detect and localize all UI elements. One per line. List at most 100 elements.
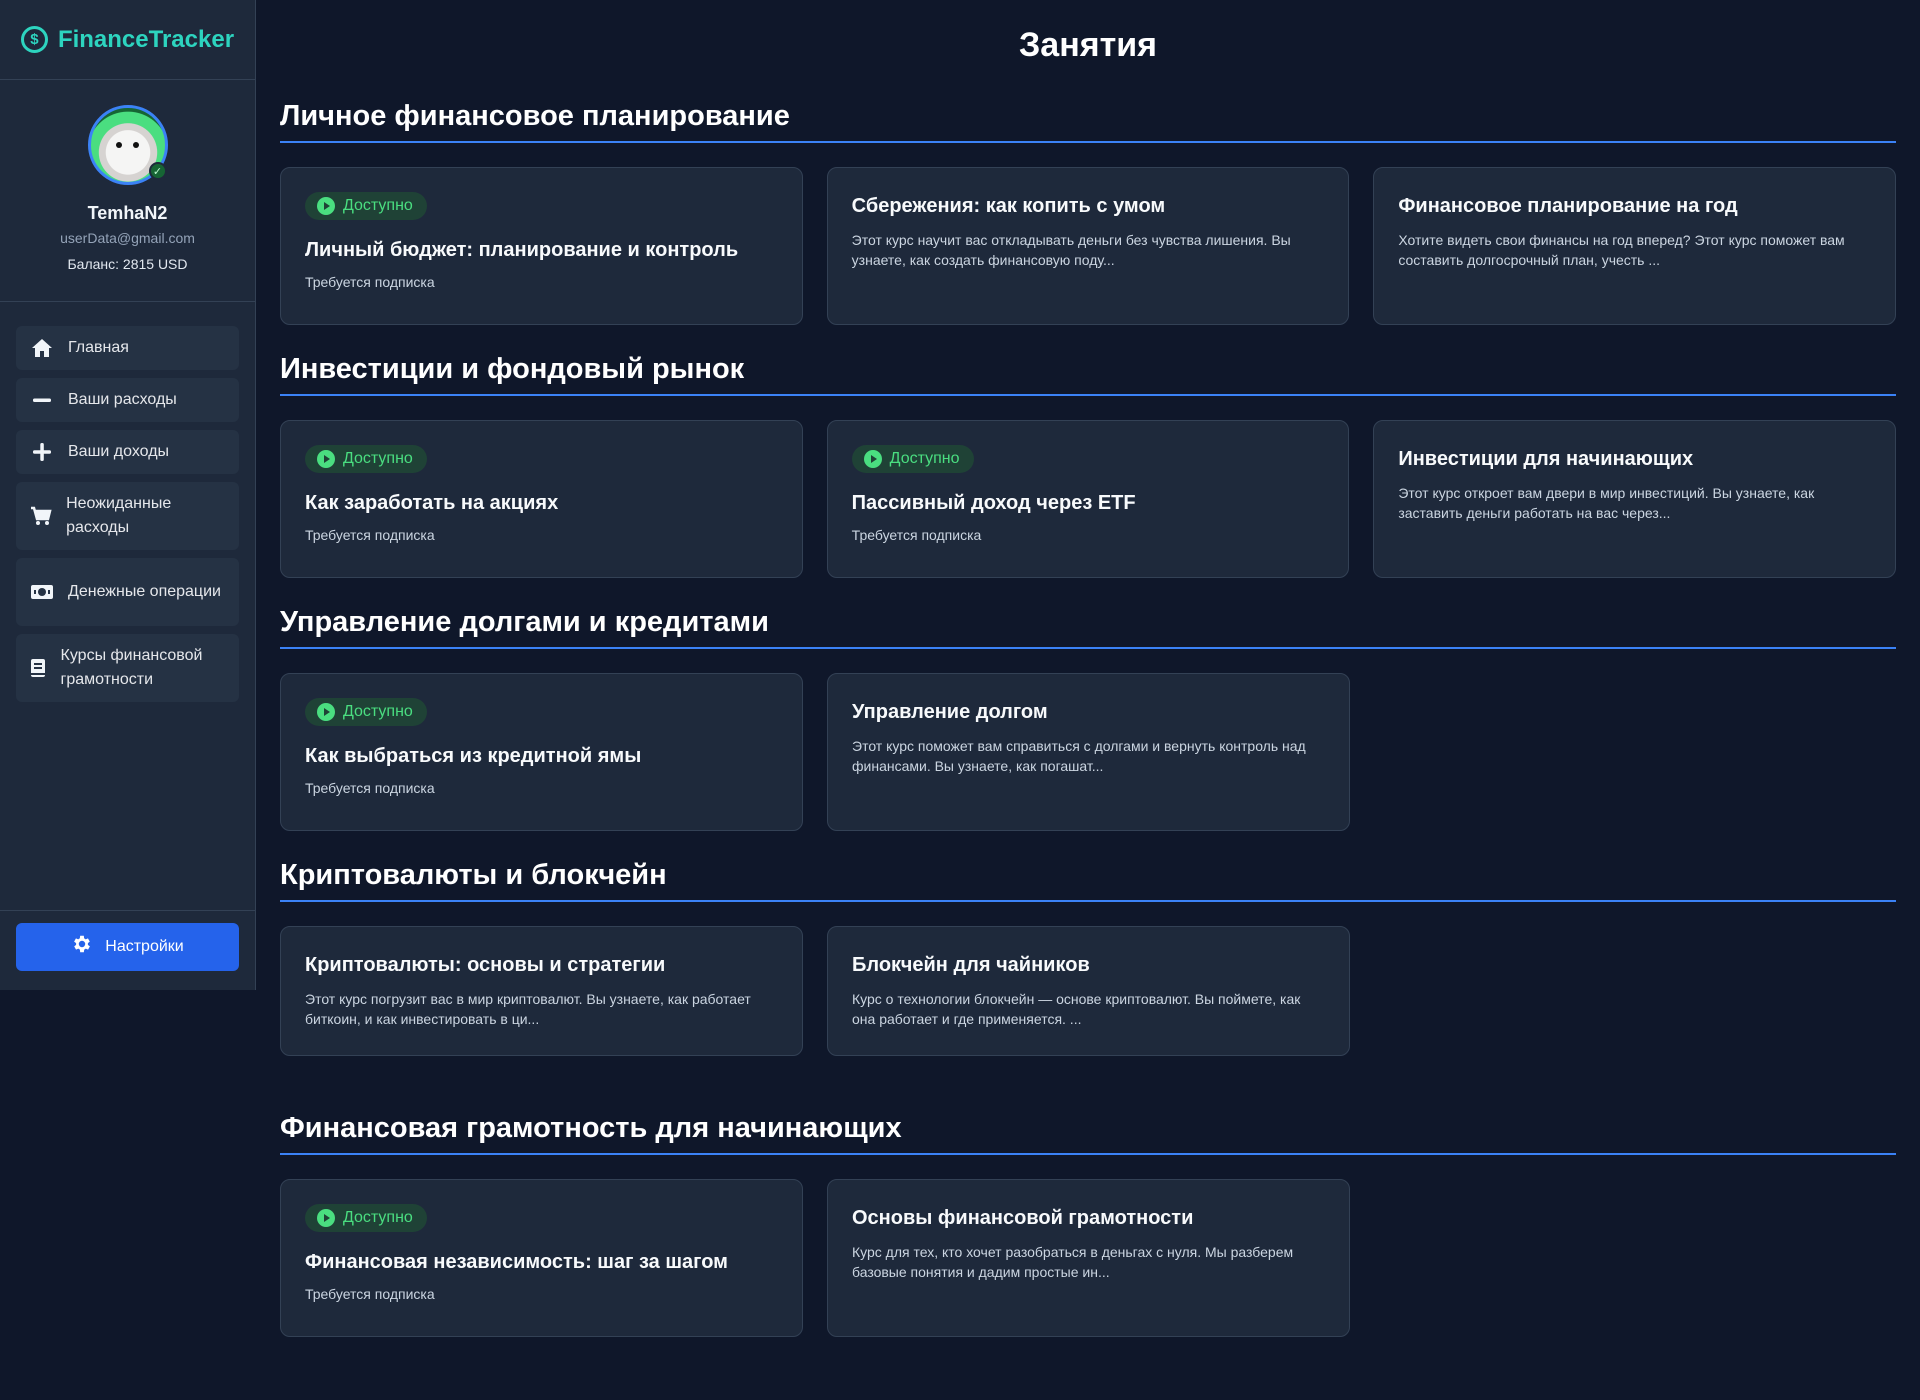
course-description: Этот курс поможет вам справиться с долга…: [852, 738, 1306, 774]
subscription-note: Требуется подписка: [305, 527, 435, 543]
badge-label: Доступно: [343, 197, 413, 214]
course-description: Этот курс погрузит вас в мир криптовалют…: [305, 991, 751, 1027]
course-description: Курс о технологии блокчейн — основе крип…: [852, 991, 1301, 1027]
username: TemhaN2: [87, 203, 168, 223]
course-title: Основы финансовой грамотности: [852, 1207, 1194, 1229]
course-section: Финансовая грамотность для начинающих Дос…: [280, 1112, 1896, 1337]
subscription-note: Требуется подписка: [305, 274, 435, 290]
course-sections: Личное финансовое планирование Доступно Ли…: [280, 100, 1897, 1337]
course-card-row: Доступно Как заработать на акциях Требуетс…: [280, 420, 1897, 578]
subscription-note: Требуется подписка: [305, 1286, 435, 1302]
section-title: Личное финансовое планирование: [280, 100, 1896, 143]
available-badge: Доступно: [305, 698, 427, 726]
course-title: Как заработать на акциях: [305, 492, 559, 514]
section-title: Финансовая грамотность для начинающих: [280, 1112, 1896, 1155]
section-title: Управление долгами и кредитами: [280, 606, 1896, 649]
course-card[interactable]: Управление долгом Этот курс поможет вам с…: [827, 673, 1350, 831]
course-description: Этот курс откроет вам двери в мир инвест…: [1398, 485, 1815, 521]
course-section: Криптовалюты и блокчейн Криптовалюты: осн…: [280, 859, 1896, 1056]
course-title: Сбережения: как копить с умом: [851, 195, 1166, 217]
main-content: Занятия Личное финансовое планирование До…: [280, 0, 1897, 1365]
course-title: Как выбраться из кредитной ямы: [305, 745, 642, 767]
cart-icon: [30, 506, 52, 526]
course-description: Этот курс научит вас откладывать деньги …: [851, 232, 1291, 268]
course-card[interactable]: Доступно Финансовая независимость: шаг за…: [280, 1179, 803, 1337]
course-section: Инвестиции и фондовый рынок Доступно Как з…: [280, 353, 1897, 578]
course-title: Инвестиции для начинающих: [1398, 448, 1694, 470]
course-title: Финансовая независимость: шаг за шагом: [305, 1251, 728, 1273]
available-badge: Доступно: [851, 445, 974, 473]
sidebar-item-label: Ваши расходы: [68, 391, 177, 408]
settings-button[interactable]: Настройки: [16, 923, 239, 971]
app-name: FinanceTracker: [57, 25, 235, 53]
badge-label: Доступно: [343, 703, 413, 720]
section-title: Инвестиции и фондовый рынок: [280, 353, 1896, 396]
sidebar-item-label: Курсы финансовой грамотности: [60, 647, 203, 688]
sidebar-item-unexpected-expenses[interactable]: Неожиданные расходы: [16, 482, 239, 550]
sidebar-item-money-operations[interactable]: Денежные операции: [16, 558, 239, 626]
subscription-note: Требуется подписка: [305, 780, 435, 796]
app-logo[interactable]: $ FinanceTracker: [0, 0, 255, 80]
course-description: Хотите видеть свои финансы на год вперед…: [1398, 232, 1845, 268]
available-badge: Доступно: [305, 445, 427, 473]
user-email: userData@gmail.com: [60, 230, 195, 246]
sidebar-item-label: Главная: [68, 339, 129, 356]
course-section: Управление долгами и кредитами Доступно Ка…: [280, 606, 1896, 831]
page-title: Занятия: [1019, 26, 1157, 64]
play-icon: [317, 450, 335, 468]
verified-icon: ✓: [148, 162, 167, 180]
sidebar-item-label: Ваши доходы: [68, 443, 170, 460]
user-profile: ✓ TemhaN2 userData@gmail.com Баланс: 281…: [0, 80, 255, 302]
dollar-icon: $: [20, 26, 48, 53]
play-icon: [317, 1209, 335, 1227]
course-section: Личное финансовое планирование Доступно Ли…: [280, 100, 1897, 325]
course-title: Блокчейн для чайников: [852, 954, 1090, 976]
course-card[interactable]: Доступно Как заработать на акциях Требуетс…: [280, 420, 803, 578]
sidebar-item-courses[interactable]: Курсы финансовой грамотности: [16, 634, 239, 702]
course-card[interactable]: Доступно Пассивный доход через ETF Требует…: [826, 420, 1350, 578]
course-card[interactable]: Криптовалюты: основы и стратегии Этот кур…: [280, 926, 803, 1056]
course-title: Криптовалюты: основы и стратегии: [305, 954, 666, 976]
badge-label: Доступно: [343, 1209, 413, 1226]
course-card[interactable]: Доступно Как выбраться из кредитной ямы Тр…: [280, 673, 803, 831]
sidebar-nav: Главная Ваши расходы Ваши доходы Неожида…: [0, 302, 255, 702]
section-title: Криптовалюты и блокчейн: [280, 859, 1896, 902]
badge-label: Доступно: [889, 450, 960, 467]
course-card[interactable]: Финансовое планирование на год Хотите вид…: [1373, 167, 1897, 325]
course-card-row: Криптовалюты: основы и стратегии Этот кур…: [280, 926, 1896, 1056]
course-card[interactable]: Блокчейн для чайников Курс о технологии б…: [827, 926, 1350, 1056]
course-card[interactable]: Доступно Личный бюджет: планирование и ко…: [280, 167, 803, 325]
gear-icon: [71, 933, 93, 961]
course-card[interactable]: Сбережения: как копить с умом Этот курс н…: [826, 167, 1350, 325]
plus-icon: [30, 442, 54, 462]
course-card-row: Доступно Как выбраться из кредитной ямы Тр…: [280, 673, 1896, 831]
play-icon: [317, 197, 335, 215]
book-icon: [30, 658, 47, 678]
home-icon: [30, 338, 54, 358]
settings-area: Настройки: [0, 910, 256, 990]
available-badge: Доступно: [305, 1204, 427, 1232]
course-card-row: Доступно Личный бюджет: планирование и ко…: [280, 167, 1897, 325]
avatar-face: [113, 138, 143, 158]
sidebar-item-home[interactable]: Главная: [16, 326, 239, 370]
settings-label: Настройки: [105, 938, 184, 955]
course-title: Личный бюджет: планирование и контроль: [305, 239, 739, 261]
sidebar: $ FinanceTracker ✓ TemhaN2 userData@gmai…: [0, 0, 256, 990]
course-title: Управление долгом: [852, 701, 1048, 723]
sidebar-item-expenses[interactable]: Ваши расходы: [16, 378, 239, 422]
course-title: Пассивный доход через ETF: [851, 492, 1136, 514]
sidebar-item-income[interactable]: Ваши доходы: [16, 430, 239, 474]
sidebar-item-label: Неожиданные расходы: [66, 495, 172, 536]
minus-icon: [30, 390, 54, 410]
available-badge: Доступно: [305, 192, 427, 220]
course-card[interactable]: Инвестиции для начинающих Этот курс откро…: [1373, 420, 1897, 578]
badge-label: Доступно: [343, 450, 413, 467]
avatar[interactable]: ✓: [87, 105, 168, 185]
play-icon: [863, 450, 882, 468]
course-card[interactable]: Основы финансовой грамотности Курс для те…: [827, 1179, 1350, 1337]
subscription-note: Требуется подписка: [851, 527, 982, 543]
sidebar-item-label: Денежные операции: [68, 583, 221, 600]
course-card-row: Доступно Финансовая независимость: шаг за…: [280, 1179, 1896, 1337]
play-icon: [317, 703, 335, 721]
course-title: Финансовое планирование на год: [1398, 195, 1738, 217]
